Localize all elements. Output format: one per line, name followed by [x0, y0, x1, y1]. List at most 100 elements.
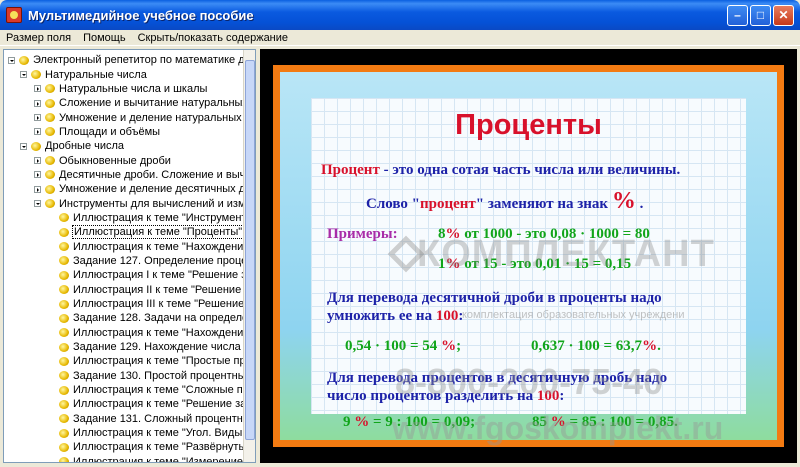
tree-expander-icon[interactable] [34, 128, 41, 136]
tree-item-label: Натуральные числа [45, 68, 147, 81]
definition-term: Процент [321, 162, 380, 178]
maximize-button[interactable]: □ [750, 4, 771, 26]
tree-item-label: Электронный репетитор по математике дл [33, 54, 244, 67]
tree-item[interactable]: Задание 130. Простой процентный [4, 369, 244, 383]
tree-node-icon [45, 199, 55, 209]
tree-item[interactable]: Иллюстрация к теме "Угол. Виды у [4, 426, 244, 440]
tree-node-icon [59, 242, 69, 252]
tree-node-icon [59, 213, 69, 223]
tree-item[interactable]: Иллюстрация к теме "Нахождение [4, 326, 244, 340]
tree-scrollbar[interactable] [243, 50, 255, 462]
tree-item-label: Задание 129. Нахождение числа п [73, 341, 244, 354]
tree-item[interactable]: Иллюстрация к теме "Нахождение [4, 239, 244, 253]
tree-item-label: Десятичные дроби. Сложение и вычи [59, 168, 244, 181]
tree-expander-icon[interactable] [34, 200, 41, 208]
tree-item[interactable]: Площади и объёмы [4, 125, 244, 139]
tree-expander-icon[interactable] [20, 142, 27, 150]
tree-item-label: Задание 128. Задачи на определе [73, 312, 244, 325]
tree-expander-icon[interactable] [34, 157, 41, 165]
tree-node-icon [59, 270, 69, 280]
tree-item-label: Иллюстрация к теме "Проценты" [71, 225, 245, 240]
tree-item[interactable]: Электронный репетитор по математике дл [4, 53, 244, 67]
tree-node-icon [59, 227, 69, 237]
tree-expander-icon[interactable] [34, 185, 41, 193]
tree-item-label: Задание 127. Определение процен [73, 254, 244, 267]
tree-item-label: Дробные числа [45, 140, 125, 153]
tree-item[interactable]: Десятичные дроби. Сложение и вычи [4, 168, 244, 182]
close-button[interactable]: ✕ [773, 4, 794, 26]
tree-item[interactable]: Иллюстрация к теме "Измерение у [4, 455, 244, 462]
tree-node-icon [59, 299, 69, 309]
tree-item-label: Иллюстрация к теме "Инструменть [73, 211, 244, 224]
tree-expander-icon[interactable] [34, 99, 41, 107]
tree-item-label: Сложение и вычитание натуральных ч [59, 97, 244, 110]
tree-item[interactable]: Иллюстрация II к теме "Решение з [4, 283, 244, 297]
window-title: Мультимедийное учебное пособие [28, 7, 254, 23]
tree-node-icon [59, 442, 69, 452]
tree-item[interactable]: Иллюстрация к теме "Решение зад [4, 397, 244, 411]
tree-item[interactable]: Натуральные числа [4, 67, 244, 81]
tree-item-label: Обыкновенные дроби [59, 154, 171, 167]
tree-item[interactable]: Инструменты для вычислений и изме [4, 196, 244, 210]
menu-toggle-contents[interactable]: Скрыть/показать содержание [132, 32, 294, 44]
tree-item[interactable]: Иллюстрация к теме "Развёрнутый [4, 440, 244, 454]
minimize-button[interactable]: – [727, 4, 748, 26]
tree-node-icon [59, 385, 69, 395]
tree-item[interactable]: Умножение и деление десятичных др [4, 182, 244, 196]
tree-item[interactable]: Задание 129. Нахождение числа п [4, 340, 244, 354]
tree-node-icon [59, 399, 69, 409]
title-bar: Мультимедийное учебное пособие – □ ✕ [0, 0, 800, 30]
rule-1-example-b: 0,637 · 100 = 63,7%. [531, 338, 661, 354]
tree-item[interactable]: Иллюстрация к теме "Проценты" [4, 225, 245, 240]
tree-scroll-thumb[interactable] [245, 60, 255, 440]
tree-expander-icon[interactable] [8, 56, 15, 64]
menu-field-size[interactable]: Размер поля [0, 32, 77, 44]
tree-node-icon [59, 328, 69, 338]
tree-item[interactable]: Иллюстрация к теме "Простые про [4, 354, 244, 368]
tree-expander-icon[interactable] [34, 171, 41, 179]
sign-line: Слово "процент" заменяют на знак % . [366, 188, 644, 214]
tree-expander-icon[interactable] [34, 114, 41, 122]
tree-node-icon [59, 342, 69, 352]
tree-node-icon [45, 127, 55, 137]
tree-expander-icon[interactable] [20, 71, 27, 79]
tree-item[interactable]: Иллюстрация к теме "Сложные про [4, 383, 244, 397]
tree-item[interactable]: Задание 127. Определение процен [4, 254, 244, 268]
tree-item-label: Иллюстрация к теме "Решение зад [73, 398, 244, 411]
tree-node-icon [59, 313, 69, 323]
tree-node-icon [45, 170, 55, 180]
tree-item[interactable]: Натуральные числа и шкалы [4, 82, 244, 96]
tree-item-label: Иллюстрация к теме "Угол. Виды у [73, 427, 244, 440]
tree-expander-icon[interactable] [34, 85, 41, 93]
tree-node-icon [45, 98, 55, 108]
percent-sign: % [611, 188, 636, 214]
tree-item[interactable]: Обыкновенные дроби [4, 153, 244, 167]
tree-item-label: Иллюстрация к теме "Нахождение [73, 326, 244, 339]
tree-node-icon [19, 55, 29, 65]
tree-item-label: Иллюстрация II к теме "Решение з [73, 283, 244, 296]
tree-node-icon [59, 356, 69, 366]
tree-item-label: Иллюстрация к теме "Простые про [73, 355, 244, 368]
tree-item-label: Иллюстрация I к теме "Решение за [73, 269, 244, 282]
tree-item[interactable]: Иллюстрация I к теме "Решение за [4, 268, 244, 282]
menu-help[interactable]: Помощь [77, 32, 132, 44]
tree-item[interactable]: Иллюстрация III к теме "Решение з [4, 297, 244, 311]
tree-node-icon [45, 84, 55, 94]
tree-item[interactable]: Умножение и деление натуральных чи [4, 110, 244, 124]
tree-item[interactable]: Задание 131. Сложный процентны [4, 412, 244, 426]
menu-bar: Размер поля Помощь Скрыть/показать содер… [0, 30, 800, 46]
tree-item[interactable]: Задание 128. Задачи на определе [4, 311, 244, 325]
tree-item[interactable]: Сложение и вычитание натуральных ч [4, 96, 244, 110]
tree-item[interactable]: Иллюстрация к теме "Инструменть [4, 211, 244, 225]
tree-item-label: Инструменты для вычислений и изме [59, 197, 244, 210]
tree-item[interactable]: Дробные числа [4, 139, 244, 153]
